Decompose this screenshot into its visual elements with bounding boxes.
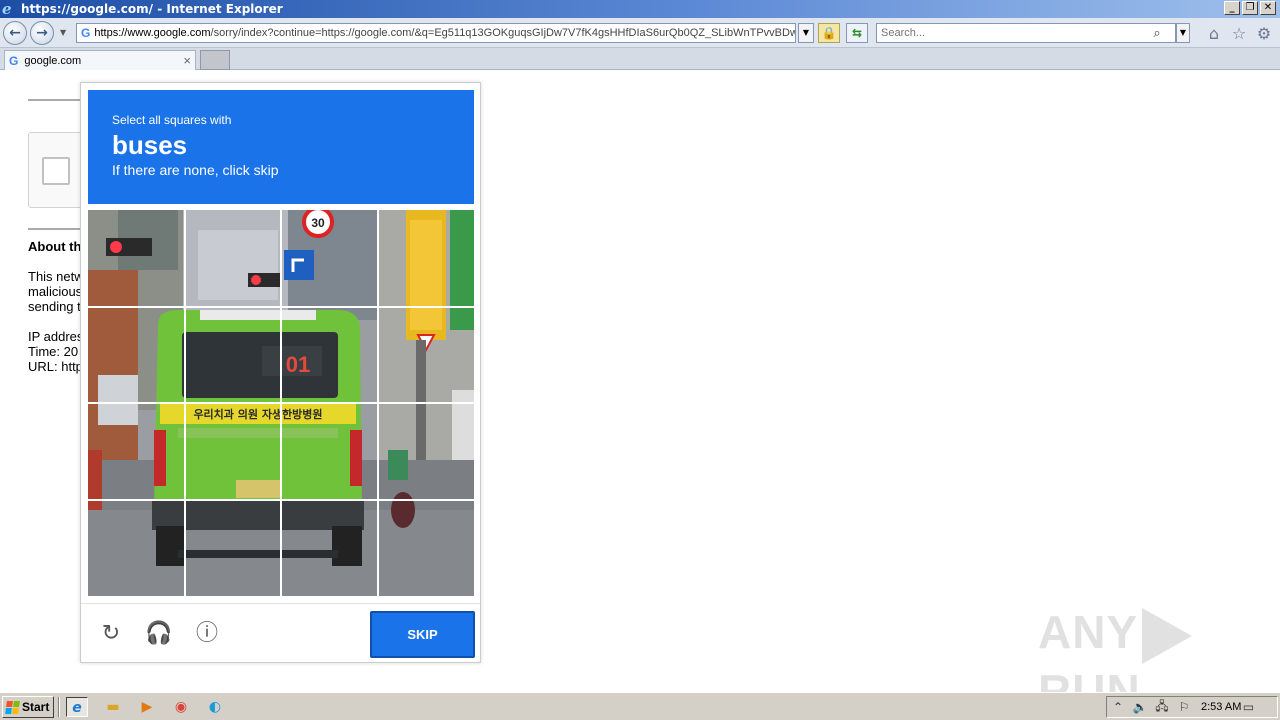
watermark-left: ANY: [1038, 606, 1139, 658]
taskbar-separator: [58, 697, 60, 717]
challenge-header: Select all squares with buses If there a…: [88, 90, 474, 204]
restore-button[interactable]: ❐: [1242, 1, 1258, 15]
internet-explorer-taskbar-icon[interactable]: e: [66, 697, 88, 717]
google-favicon-icon: G: [81, 26, 91, 40]
challenge-tile[interactable]: [378, 500, 474, 596]
forward-arrow-icon: →: [36, 25, 48, 41]
challenge-hint: If there are none, click skip: [112, 162, 279, 178]
challenge-tile[interactable]: [378, 403, 474, 499]
media-player-icon[interactable]: ▶: [136, 697, 158, 717]
search-dropdown-button[interactable]: ▼: [1176, 23, 1190, 43]
address-dropdown-button[interactable]: ▼: [798, 23, 814, 43]
settings-gear-icon[interactable]: ⚙: [1254, 24, 1274, 44]
challenge-tile[interactable]: [185, 210, 281, 306]
headphones-icon[interactable]: 🎧: [145, 620, 173, 648]
challenge-tile[interactable]: [185, 403, 281, 499]
home-icon[interactable]: ⌂: [1204, 24, 1224, 44]
show-hidden-icons-icon[interactable]: ⌃: [1107, 700, 1129, 714]
tab-google[interactable]: G google.com ×: [4, 50, 196, 70]
back-button[interactable]: ←: [3, 21, 27, 45]
network-icon[interactable]: 🖧: [1151, 697, 1173, 718]
skip-button[interactable]: SKIP: [370, 611, 475, 658]
challenge-tile[interactable]: [88, 307, 184, 403]
window-title-bar: e https://google.com/ - Internet Explore…: [0, 0, 1280, 18]
system-tray: ⌃ 🔈 🖧 ⚐ 2:53 AM ▭: [1106, 696, 1278, 718]
forward-button[interactable]: →: [30, 21, 54, 45]
recaptcha-checkbox-container: [28, 132, 88, 208]
show-desktop-icon[interactable]: ▭: [1241, 700, 1255, 714]
page-text-line: Time: 20: [28, 344, 79, 359]
divider: [28, 228, 88, 230]
about-heading: About th: [28, 239, 80, 254]
volume-icon[interactable]: 🔈: [1129, 700, 1151, 714]
edge-icon[interactable]: ◐: [204, 697, 226, 717]
minimize-button[interactable]: _: [1224, 1, 1240, 15]
close-window-button[interactable]: ✕: [1260, 1, 1276, 15]
new-tab-button[interactable]: [200, 50, 230, 70]
windows-logo-icon: [5, 700, 20, 714]
recaptcha-challenge: Select all squares with buses If there a…: [80, 82, 481, 663]
challenge-tile[interactable]: [88, 500, 184, 596]
challenge-tile[interactable]: [185, 500, 281, 596]
challenge-tile[interactable]: [88, 403, 184, 499]
taskbar: Start e ▬ ▶ ◉ ◐ ⌃ 🔈 🖧 ⚐ 2:53 AM ▭: [0, 692, 1280, 720]
google-favicon-icon: G: [9, 53, 19, 68]
challenge-tile[interactable]: [378, 307, 474, 403]
file-explorer-icon[interactable]: ▬: [102, 697, 124, 717]
start-label: Start: [22, 700, 50, 714]
challenge-instruction: Select all squares with: [112, 113, 232, 127]
divider: [28, 99, 88, 101]
compatibility-refresh-button[interactable]: ⇆: [846, 23, 868, 43]
challenge-tile[interactable]: [88, 210, 184, 306]
challenge-tile[interactable]: [378, 210, 474, 306]
address-url[interactable]: https://www.google.com/sorry/index?conti…: [94, 27, 795, 39]
search-input[interactable]: [877, 27, 1147, 39]
page-text-line: sending t: [28, 299, 80, 314]
search-icon[interactable]: ⌕: [1147, 26, 1167, 41]
navigation-bar: ← → ▼ G https://www.google.com/sorry/ind…: [0, 18, 1280, 48]
page-text-line[interactable]: URL: http: [28, 359, 80, 374]
action-center-flag-icon[interactable]: ⚐: [1173, 700, 1195, 714]
back-arrow-icon: ←: [9, 25, 21, 41]
page-text-line: IP addres: [28, 329, 80, 344]
grid-line: [88, 498, 474, 501]
internet-explorer-icon: e: [2, 0, 12, 18]
address-bar[interactable]: G https://www.google.com/sorry/index?con…: [76, 23, 796, 43]
history-dropdown[interactable]: ▼: [60, 28, 66, 37]
reload-icon[interactable]: ↻: [97, 620, 125, 648]
grid-line: [88, 402, 474, 404]
challenge-tile[interactable]: [281, 307, 377, 403]
challenge-footer: ↻ 🎧 ⓘ SKIP: [81, 603, 480, 663]
search-box[interactable]: ⌕: [876, 23, 1176, 43]
play-logo-icon: [1142, 607, 1193, 664]
challenge-tile[interactable]: [281, 500, 377, 596]
page-text-line: This netw: [28, 269, 80, 284]
favorites-star-icon[interactable]: ☆: [1229, 24, 1249, 44]
challenge-image-grid: 30 01 우리치과 의원 자생한방병원: [88, 210, 474, 596]
challenge-tile[interactable]: [185, 307, 281, 403]
chrome-icon[interactable]: ◉: [170, 697, 192, 717]
start-button[interactable]: Start: [2, 696, 54, 718]
grid-line: [376, 210, 379, 596]
challenge-target: buses: [112, 130, 188, 160]
window-title: https://google.com/ - Internet Explorer: [21, 2, 283, 16]
security-lock-icon[interactable]: 🔒: [818, 23, 840, 43]
window-controls: _ ❐ ✕: [1224, 1, 1276, 15]
clock[interactable]: 2:53 AM: [1201, 701, 1241, 713]
recaptcha-checkbox[interactable]: [42, 157, 70, 185]
challenge-tile[interactable]: [281, 403, 377, 499]
close-tab-icon[interactable]: ×: [183, 53, 191, 68]
info-icon[interactable]: ⓘ: [193, 620, 221, 648]
page-text-line: malicious: [28, 284, 80, 299]
challenge-tile[interactable]: [281, 210, 377, 306]
tab-bar: G google.com ×: [0, 48, 1280, 70]
tab-label: google.com: [24, 54, 82, 67]
